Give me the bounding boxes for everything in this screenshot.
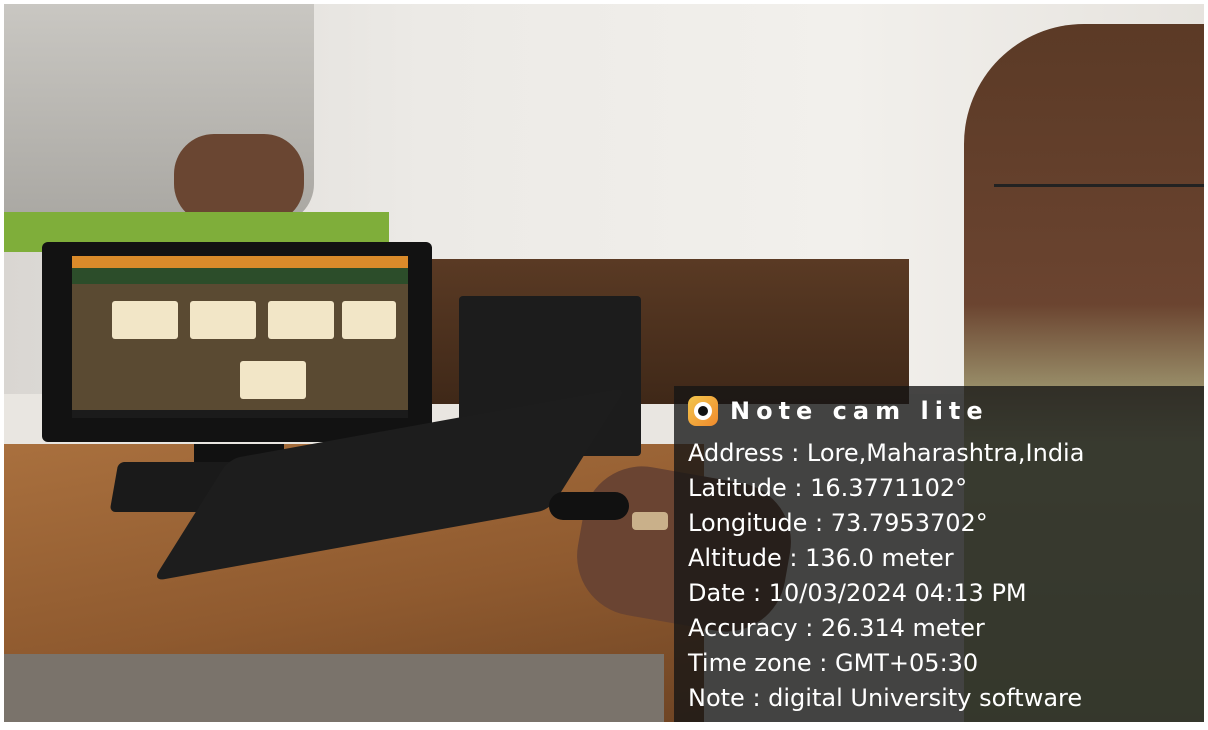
floor	[4, 654, 664, 722]
tile-employee-profile	[342, 301, 396, 339]
app-name: Note cam lite	[730, 397, 989, 425]
tile-dashboard	[112, 301, 178, 339]
clasped-hands	[174, 134, 304, 224]
accuracy-line: Accuracy : 26.314 meter	[688, 614, 985, 642]
camera-icon	[688, 396, 718, 426]
note-line: Note : digital University software	[688, 684, 1083, 712]
longitude-line: Longitude : 73.7953702°	[688, 509, 988, 537]
screen-header	[72, 268, 408, 284]
browser-bar	[72, 256, 408, 268]
taskbar	[72, 410, 408, 418]
wristwatch	[632, 512, 668, 530]
glasses	[994, 144, 1204, 187]
photo: Note cam lite Address : Lore,Maharashtra…	[4, 4, 1204, 722]
altitude-line: Altitude : 136.0 meter	[688, 544, 954, 572]
mouse	[549, 492, 629, 520]
timezone-line: Time zone : GMT+05:30	[688, 649, 979, 677]
tile-college-profile	[268, 301, 334, 339]
tile-fee-management	[240, 361, 306, 399]
geotag-overlay: Note cam lite Address : Lore,Maharashtra…	[674, 386, 1204, 722]
monitor-screen	[72, 256, 408, 418]
date-line: Date : 10/03/2024 04:13 PM	[688, 579, 1027, 607]
overlay-title-row: Note cam lite	[674, 386, 1204, 436]
tile-create-report	[190, 301, 256, 339]
latitude-line: Latitude : 16.3771102°	[688, 474, 968, 502]
monitor	[42, 242, 432, 442]
address-line: Address : Lore,Maharashtra,India	[688, 439, 1085, 467]
